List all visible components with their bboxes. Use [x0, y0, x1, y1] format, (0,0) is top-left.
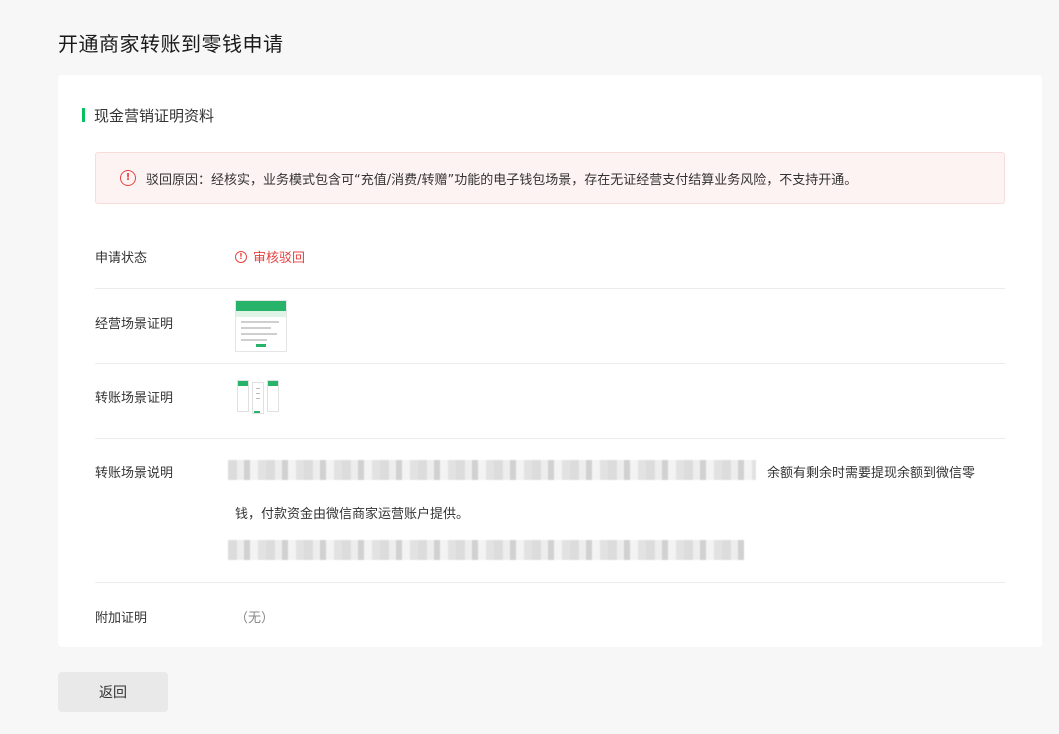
business-scene-thumbnail[interactable]	[235, 300, 287, 352]
thumbnail-line	[241, 333, 277, 335]
divider	[95, 363, 1005, 364]
status-label: 申请状态	[95, 251, 148, 266]
thumbnail-line	[241, 327, 271, 329]
divider	[95, 582, 1005, 583]
phone-mock-bar	[254, 411, 260, 413]
extra-proof-value: （无）	[235, 611, 275, 626]
extra-proof-label: 附加证明	[95, 611, 148, 626]
thumbnail-line	[241, 321, 279, 323]
transfer-desc-text-1: 余额有剩余时需要提现余额到微信零	[767, 466, 976, 481]
page-title: 开通商家转账到零钱申请	[58, 32, 284, 56]
section-title-text: 现金营销证明资料	[94, 107, 215, 125]
status-value-text: 审核驳回	[253, 251, 306, 266]
transfer-desc-text-2: 钱，付款资金由微信商家运营账户提供。	[235, 507, 470, 522]
status-error-icon: !	[235, 250, 247, 263]
proof-card: 现金营销证明资料 ! 驳回原因：经核实，业务模式包含可“充值/消费/转赠”功能的…	[58, 75, 1042, 647]
rejection-alert: ! 驳回原因：经核实，业务模式包含可“充值/消费/转赠”功能的电子钱包场景，存在…	[95, 152, 1005, 204]
divider	[95, 288, 1005, 289]
transfer-scene-label: 转账场景证明	[95, 391, 174, 406]
redacted-text	[228, 460, 756, 480]
phone-mock	[237, 380, 249, 412]
warning-circle-icon: !	[120, 170, 136, 186]
thumbnail-button	[256, 344, 266, 347]
section-accent-bar	[82, 108, 85, 122]
transfer-desc-label: 转账场景说明	[95, 466, 174, 481]
business-scene-label: 经营场景证明	[95, 317, 174, 332]
phone-mock	[267, 380, 279, 412]
phone-mock	[252, 382, 264, 414]
redacted-text	[228, 540, 744, 560]
divider	[95, 438, 1005, 439]
thumbnail-stripe	[236, 311, 286, 317]
thumbnail-line	[241, 339, 267, 341]
rejection-reason-text: 驳回原因：经核实，业务模式包含可“充值/消费/转赠”功能的电子钱包场景，存在无证…	[146, 172, 858, 188]
section-title: 现金营销证明资料	[82, 105, 214, 126]
status-value: ! 审核驳回	[235, 247, 305, 266]
transfer-scene-thumbnail[interactable]	[237, 380, 279, 418]
back-button[interactable]: 返回	[58, 672, 168, 712]
